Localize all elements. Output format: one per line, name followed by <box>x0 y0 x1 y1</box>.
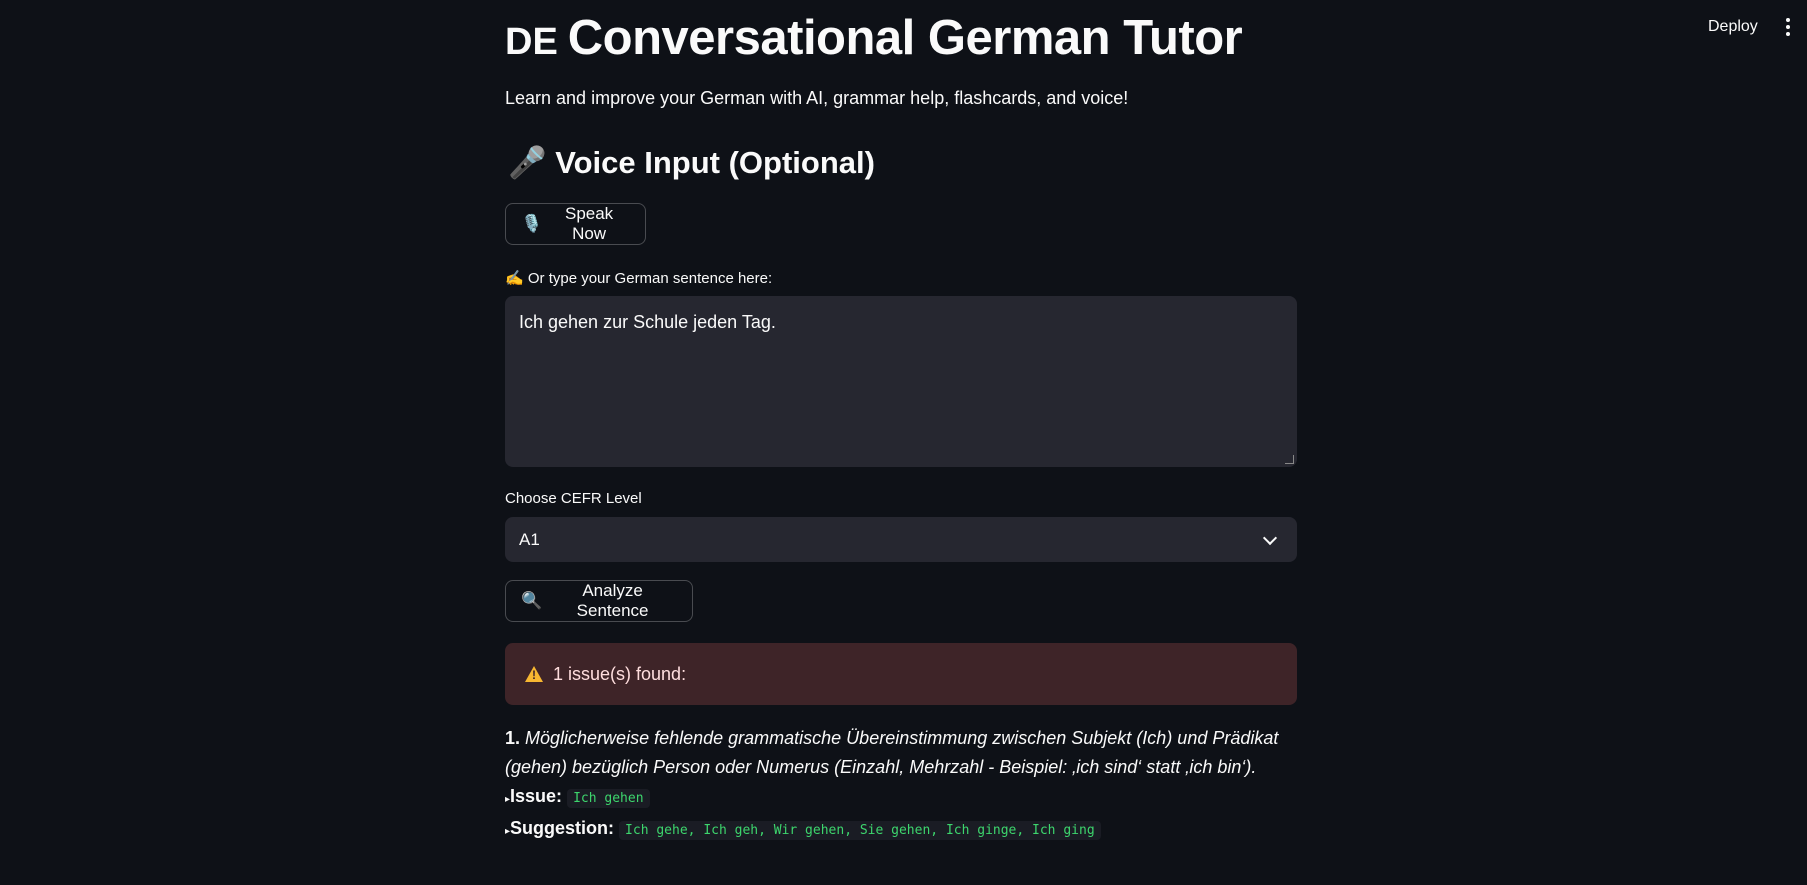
suggestion-code: Ich gehe, Ich geh, Wir gehen, Sie gehen,… <box>619 821 1101 840</box>
sentence-textarea[interactable]: Ich gehen zur Schule jeden Tag. <box>505 296 1297 467</box>
issue-item: 1. Möglicherweise fehlende grammatische … <box>505 724 1297 782</box>
page-title-text: Conversational German Tutor <box>567 11 1243 65</box>
magnifier-icon: 🔍 <box>521 591 543 610</box>
issues-alert-text: 1 issue(s) found: <box>553 663 687 684</box>
deploy-button[interactable]: Deploy <box>1708 18 1758 36</box>
speak-now-button[interactable]: 🎙️ Speak Now <box>505 203 646 245</box>
issue-number: 1. <box>505 728 521 748</box>
voice-input-heading-text: Voice Input (Optional) <box>555 145 875 180</box>
issues-alert: 1 issue(s) found: <box>505 643 1297 705</box>
suggestion-label: Suggestion: <box>510 818 615 838</box>
page-subtitle: Learn and improve your German with AI, g… <box>505 88 1129 108</box>
kebab-menu-icon[interactable] <box>1782 18 1794 40</box>
chevron-down-icon <box>1262 530 1278 545</box>
issue-list: 1. Möglicherweise fehlende grammatische … <box>505 724 1297 846</box>
writing-hand-icon: ✍️ <box>505 270 524 287</box>
analyze-sentence-button[interactable]: 🔍 Analyze Sentence <box>505 580 693 622</box>
sentence-textarea-value: Ich gehen zur Schule jeden Tag. <box>519 312 776 332</box>
page-title: DE Conversational German Tutor <box>505 10 1243 66</box>
warning-icon <box>525 666 543 682</box>
german-flag-text: DE <box>505 21 558 63</box>
cefr-level-select[interactable]: A1 <box>505 517 1297 562</box>
issue-row: ▸Issue: Ich gehen <box>505 782 1297 814</box>
sentence-input-label-text: Or type your German sentence here: <box>527 270 773 287</box>
issue-code: Ich gehen <box>567 789 650 808</box>
voice-input-heading: 🎤 Voice Input (Optional) <box>508 144 875 181</box>
cefr-level-value: A1 <box>519 529 540 549</box>
sentence-input-label: ✍️ Or type your German sentence here: <box>505 269 772 287</box>
suggestion-row: ▸Suggestion: Ich gehe, Ich geh, Wir gehe… <box>505 814 1297 846</box>
speak-now-label: Speak Now <box>564 204 614 243</box>
issue-message: Möglicherweise fehlende grammatische Übe… <box>505 728 1279 777</box>
studio-microphone-icon: 🎙️ <box>521 214 543 233</box>
microphone-icon: 🎤 <box>508 145 547 180</box>
cefr-level-label: Choose CEFR Level <box>505 490 642 507</box>
analyze-sentence-label: Analyze Sentence <box>576 581 649 620</box>
issue-label: Issue: <box>510 786 563 806</box>
resize-handle-icon[interactable] <box>1285 455 1294 464</box>
